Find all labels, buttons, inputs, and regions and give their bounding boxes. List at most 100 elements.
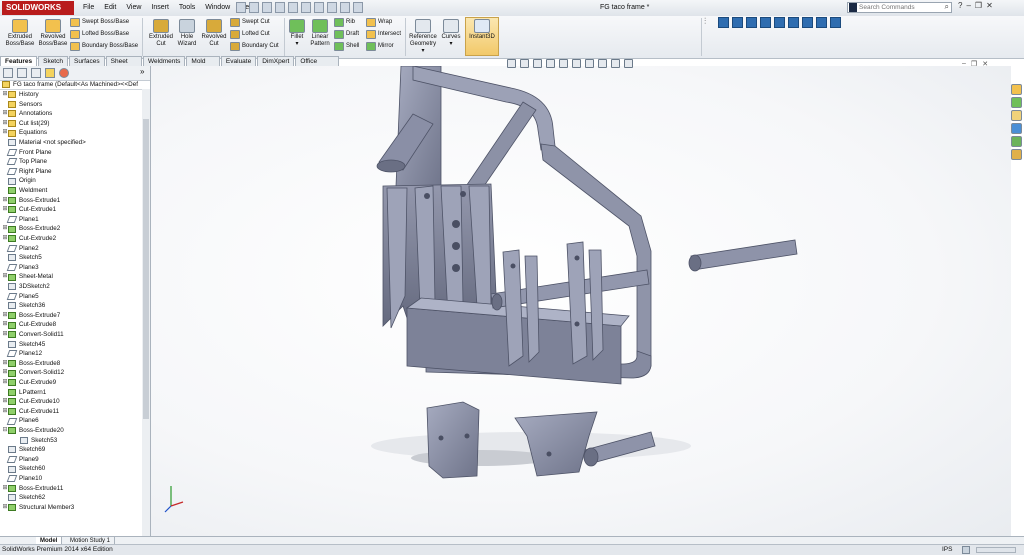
tree-item[interactable]: LPattern1 <box>2 388 46 398</box>
wrap-button[interactable]: Wrap <box>366 17 392 28</box>
new-document-icon[interactable] <box>249 2 259 13</box>
curves-dropdown-icon[interactable]: ▾ <box>440 41 462 48</box>
appearances-icon[interactable] <box>1011 136 1022 147</box>
view-dimetric-icon[interactable] <box>830 17 841 28</box>
tree-item[interactable]: Plane6 <box>2 416 39 426</box>
tree-item[interactable]: Weldment <box>2 186 47 196</box>
menu-edit[interactable]: Edit <box>99 0 121 16</box>
scroll-thumb[interactable] <box>143 119 149 419</box>
view-trimetric-icon[interactable] <box>816 17 827 28</box>
tree-root[interactable]: FG taco frame (Default<As Machined><<Def <box>2 80 138 90</box>
tree-item[interactable]: Top Plane <box>2 157 47 167</box>
menu-view[interactable]: View <box>121 0 146 16</box>
search-input[interactable] <box>859 3 939 12</box>
property-manager-icon[interactable] <box>17 68 27 78</box>
menu-file[interactable]: File <box>78 0 99 16</box>
revolved-cut-button[interactable]: Revolved Cut <box>200 18 228 48</box>
tree-item[interactable]: ⊞ Boss-Extrude11 <box>2 484 63 494</box>
tree-item[interactable]: Sketch69 <box>2 445 45 455</box>
feature-manager-icon[interactable] <box>3 68 13 78</box>
tab-sheet-metal[interactable]: Sheet Metal <box>105 56 142 75</box>
menu-tools[interactable]: Tools <box>174 0 200 16</box>
fillet-button[interactable]: Fillet ▾ <box>287 18 307 48</box>
home-icon[interactable] <box>1011 84 1022 95</box>
configuration-manager-icon[interactable] <box>31 68 41 78</box>
file-explorer-icon[interactable] <box>1011 110 1022 121</box>
tree-item[interactable]: ⊞ Sheet-Metal <box>2 272 53 282</box>
custom-properties-icon[interactable] <box>1011 149 1022 160</box>
view-back-icon[interactable] <box>732 17 743 28</box>
tree-item[interactable]: ⊞ Cut list(29) <box>2 119 49 129</box>
tree-item[interactable]: Plane5 <box>2 292 39 302</box>
intersect-button[interactable]: Intersect <box>366 29 401 40</box>
tree-item[interactable]: ⊞ Equations <box>2 128 47 138</box>
extruded-cut-button[interactable]: Extruded Cut <box>146 18 176 48</box>
boundary-boss-button[interactable]: Boundary Boss/Base <box>70 41 138 52</box>
dimxpert-manager-icon[interactable] <box>45 68 55 78</box>
swept-boss-button[interactable]: Swept Boss/Base <box>70 17 129 28</box>
tree-item[interactable]: 3DSketch2 <box>2 282 50 292</box>
tree-item[interactable]: Plane1 <box>2 215 39 225</box>
draft-button[interactable]: Draft <box>334 29 359 40</box>
tree-item[interactable]: Plane9 <box>2 455 39 465</box>
hole-wizard-button[interactable]: Hole Wizard <box>176 18 198 48</box>
tree-item[interactable]: ⊞ Convert-Solid12 <box>2 368 64 378</box>
doc-close-icon[interactable]: ✕ <box>982 60 988 68</box>
instant3d-button[interactable]: Instant3D <box>465 17 499 56</box>
boundary-cut-button[interactable]: Boundary Cut <box>230 41 279 52</box>
tree-item[interactable]: ⊞ Convert-Solid11 <box>2 330 64 340</box>
magnifier-icon[interactable]: ⌕ <box>945 2 949 12</box>
expand-panel-icon[interactable]: » <box>140 67 144 76</box>
restore-icon[interactable]: ❐ <box>975 1 982 10</box>
rib-button[interactable]: Rib <box>334 17 355 28</box>
tree-item[interactable]: Right Plane <box>2 167 52 177</box>
open-folder-icon[interactable] <box>262 2 272 13</box>
tree-item[interactable]: Plane2 <box>2 244 39 254</box>
extruded-boss-button[interactable]: Extruded Boss/Base <box>3 18 37 48</box>
view-palette-icon[interactable] <box>1011 123 1022 134</box>
tree-item[interactable]: ⊞ Cut-Extrude10 <box>2 397 60 407</box>
tab-mold-tools[interactable]: Mold Tools <box>186 56 220 75</box>
doc-minimize-icon[interactable]: – <box>962 60 966 68</box>
help-icon[interactable]: ? <box>958 1 962 10</box>
view-front-icon[interactable] <box>718 17 729 28</box>
tree-item[interactable]: ⊞ Boss-Extrude2 <box>2 224 60 234</box>
swept-cut-button[interactable]: Swept Cut <box>230 17 270 28</box>
tab-office-products[interactable]: Office Products <box>295 56 339 75</box>
rebuild-icon[interactable] <box>314 2 324 13</box>
taco-frame-model[interactable] <box>151 66 1011 536</box>
file-properties-icon[interactable] <box>327 2 337 13</box>
close-icon[interactable]: ✕ <box>986 1 993 10</box>
tab-features[interactable]: Features <box>0 56 38 66</box>
design-library-icon[interactable] <box>1011 97 1022 108</box>
tree-item[interactable]: ⊞ Boss-Extrude7 <box>2 311 60 321</box>
tree-item[interactable]: Material <not specified> <box>2 138 86 148</box>
tab-dimxpert[interactable]: DimXpert <box>257 56 295 66</box>
doc-restore-icon[interactable]: ❐ <box>971 60 977 68</box>
undo-icon[interactable] <box>301 2 311 13</box>
tree-item[interactable]: ⊞ Cut-Extrude8 <box>2 320 56 330</box>
tree-item[interactable]: Sketch62 <box>2 493 45 503</box>
view-bottom-icon[interactable] <box>788 17 799 28</box>
graphics-area[interactable] <box>151 59 1011 536</box>
pin-icon[interactable] <box>236 2 246 13</box>
tab-evaluate[interactable]: Evaluate <box>220 56 257 66</box>
tree-item[interactable]: Front Plane <box>2 148 52 158</box>
tree-item[interactable]: Origin <box>2 176 36 186</box>
menu-window[interactable]: Window <box>200 0 235 16</box>
tree-item[interactable]: Plane10 <box>2 474 42 484</box>
tree-item[interactable]: Sketch53 <box>14 436 57 446</box>
tree-item[interactable]: ⊞ Boss-Extrude8 <box>2 359 60 369</box>
tree-item[interactable]: ⊟ Boss-Extrude20 <box>2 426 64 436</box>
shell-button[interactable]: Shell <box>334 41 359 52</box>
reference-geometry-button[interactable]: Reference Geometry ▾ <box>408 18 438 55</box>
rebuild-status-icon[interactable] <box>962 546 970 554</box>
select-cursor-icon[interactable] <box>340 2 350 13</box>
tree-item[interactable]: Plane12 <box>2 349 42 359</box>
display-manager-icon[interactable] <box>59 68 69 78</box>
normal-to-icon[interactable]: ⫶ <box>704 17 715 28</box>
tree-item[interactable]: ⊞ History <box>2 90 39 100</box>
print-icon[interactable] <box>288 2 298 13</box>
view-isometric-icon[interactable] <box>802 17 813 28</box>
tree-item[interactable]: Sensors <box>2 100 42 110</box>
